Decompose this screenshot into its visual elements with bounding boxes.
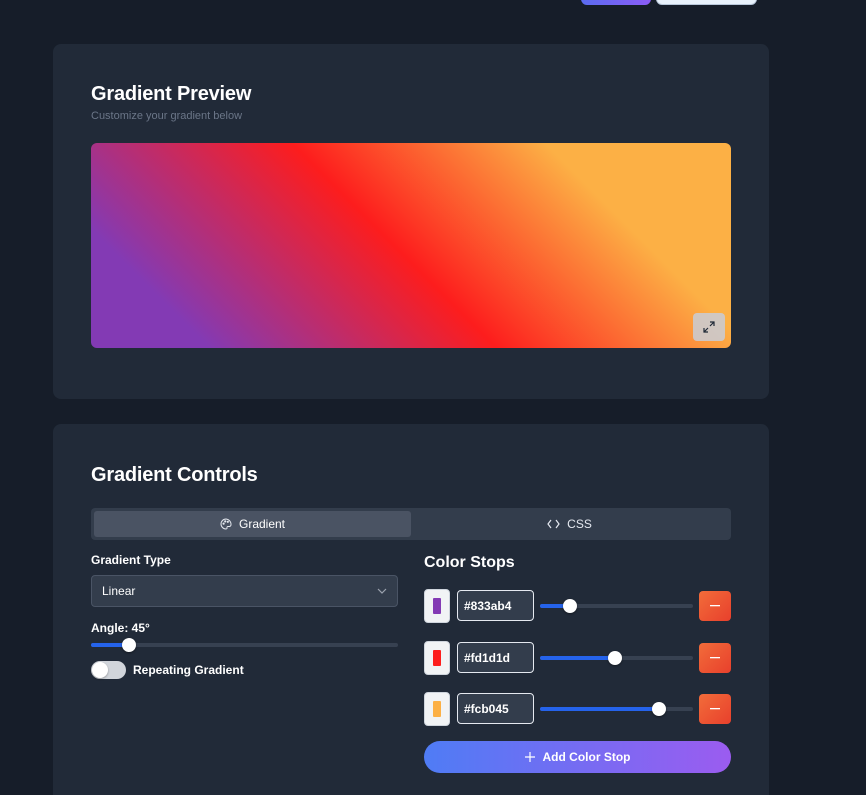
stop-position-slider[interactable] bbox=[540, 651, 693, 665]
controls-card: Gradient Controls Gradient CSS Gradient … bbox=[53, 424, 769, 795]
minus-icon bbox=[710, 605, 720, 607]
tab-css-label: CSS bbox=[567, 517, 592, 531]
header-primary-button[interactable] bbox=[581, 0, 651, 5]
tab-gradient[interactable]: Gradient bbox=[94, 511, 411, 537]
remove-stop-button[interactable] bbox=[699, 591, 731, 621]
color-stops-title: Color Stops bbox=[424, 554, 515, 571]
stop-slider-thumb[interactable] bbox=[563, 599, 577, 613]
tab-css[interactable]: CSS bbox=[411, 511, 728, 537]
gradient-type-value: Linear bbox=[102, 584, 136, 598]
stop-slider-fill bbox=[540, 707, 659, 711]
remove-stop-button[interactable] bbox=[699, 643, 731, 673]
gradient-preview bbox=[91, 143, 731, 348]
color-swatch bbox=[433, 598, 441, 614]
expand-icon bbox=[703, 321, 715, 333]
minus-icon bbox=[710, 708, 720, 710]
color-picker[interactable] bbox=[424, 589, 450, 623]
fullscreen-button[interactable] bbox=[693, 313, 725, 341]
color-swatch bbox=[433, 701, 441, 717]
palette-icon bbox=[220, 518, 232, 530]
hex-input[interactable] bbox=[457, 693, 534, 724]
remove-stop-button[interactable] bbox=[699, 694, 731, 724]
color-stop-row bbox=[424, 692, 731, 726]
stop-slider-thumb[interactable] bbox=[652, 702, 666, 716]
repeating-toggle[interactable] bbox=[91, 661, 126, 679]
stop-slider-thumb[interactable] bbox=[608, 651, 622, 665]
color-picker[interactable] bbox=[424, 692, 450, 726]
color-stop-row bbox=[424, 641, 731, 675]
stop-slider-fill bbox=[540, 656, 615, 660]
stop-position-slider[interactable] bbox=[540, 702, 693, 716]
color-picker[interactable] bbox=[424, 641, 450, 675]
preview-title: Gradient Preview bbox=[91, 83, 252, 105]
add-color-stop-button[interactable]: Add Color Stop bbox=[424, 741, 731, 773]
plus-icon bbox=[524, 752, 535, 762]
preview-subtitle: Customize your gradient below bbox=[91, 110, 243, 122]
angle-slider[interactable] bbox=[91, 638, 398, 652]
header-secondary-button[interactable] bbox=[656, 0, 757, 5]
color-stop-row bbox=[424, 589, 731, 623]
repeating-label: Repeating Gradient bbox=[133, 663, 244, 677]
controls-title: Gradient Controls bbox=[91, 464, 258, 486]
controls-tabs: Gradient CSS bbox=[91, 508, 731, 540]
code-icon bbox=[547, 519, 560, 529]
add-color-stop-label: Add Color Stop bbox=[542, 750, 631, 764]
minus-icon bbox=[710, 657, 720, 659]
hex-input[interactable] bbox=[457, 590, 534, 621]
preview-card: Gradient Preview Customize your gradient… bbox=[53, 44, 769, 399]
angle-label: Angle: 45° bbox=[91, 621, 150, 635]
color-swatch bbox=[433, 650, 441, 666]
hex-input[interactable] bbox=[457, 642, 534, 673]
gradient-type-label: Gradient Type bbox=[91, 553, 171, 567]
tab-gradient-label: Gradient bbox=[238, 517, 286, 531]
gradient-type-select[interactable]: Linear bbox=[91, 575, 398, 607]
repeating-toggle-knob bbox=[92, 662, 108, 678]
chevron-down-icon bbox=[377, 588, 387, 594]
angle-slider-thumb[interactable] bbox=[122, 638, 136, 652]
stop-position-slider[interactable] bbox=[540, 599, 693, 613]
